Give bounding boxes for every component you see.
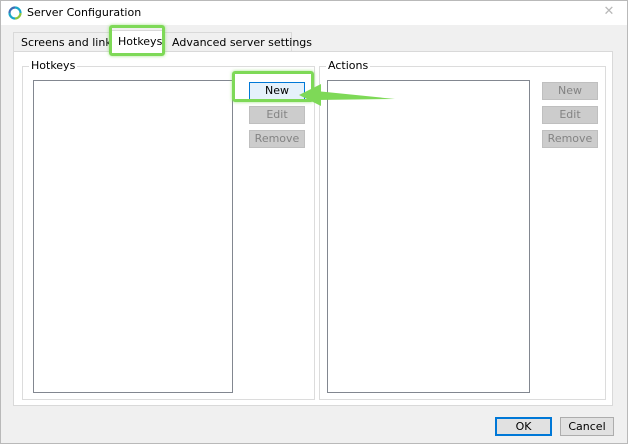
- tab-screens-and-links[interactable]: Screens and links: [13, 32, 117, 51]
- arrow-pointer-icon: [299, 84, 395, 106]
- hotkeys-remove-button[interactable]: Remove: [249, 130, 305, 148]
- tab-label: Hotkeys: [118, 35, 163, 48]
- actions-list[interactable]: [327, 80, 530, 393]
- hotkeys-groupbox: Hotkeys New Edit Remove: [22, 59, 315, 400]
- app-ring-icon: [8, 6, 22, 20]
- tab-label: Screens and links: [21, 36, 118, 49]
- cancel-button[interactable]: Cancel: [560, 417, 614, 436]
- close-icon: ✕: [603, 4, 615, 19]
- actions-remove-button[interactable]: Remove: [542, 130, 598, 148]
- actions-groupbox: Actions New Edit Remove: [319, 59, 606, 400]
- window-title: Server Configuration: [27, 6, 142, 19]
- title-bar: Server Configuration ✕: [1, 1, 627, 25]
- tab-label: Advanced server settings: [172, 36, 313, 49]
- hotkeys-group-label: Hotkeys: [29, 59, 78, 72]
- tab-hotkeys[interactable]: Hotkeys: [110, 30, 164, 52]
- actions-new-button[interactable]: New: [542, 82, 598, 100]
- tab-advanced-server-settings[interactable]: Advanced server settings: [164, 32, 312, 51]
- close-button[interactable]: ✕: [601, 3, 617, 21]
- server-configuration-window: Server Configuration ✕ Screens and links…: [0, 0, 628, 444]
- actions-group-label: Actions: [326, 59, 371, 72]
- hotkeys-list[interactable]: [33, 80, 233, 393]
- actions-edit-button[interactable]: Edit: [542, 106, 598, 124]
- ok-button[interactable]: OK: [495, 417, 552, 436]
